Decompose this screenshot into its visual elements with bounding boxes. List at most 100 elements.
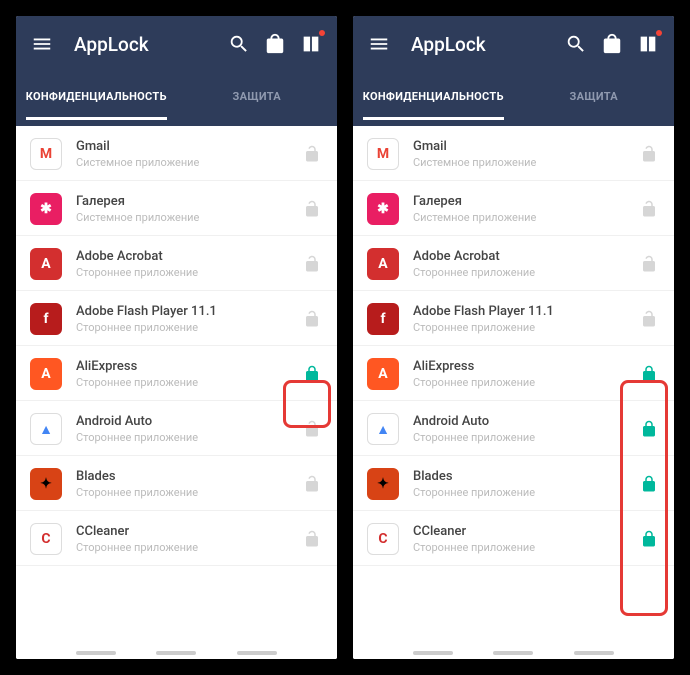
app-icon: ▲ xyxy=(367,413,399,445)
phone-right: AppLock КОНФИДЕНЦИАЛЬНОСТЬ ЗАЩИТА M Gmai… xyxy=(353,16,674,659)
app-subtitle: Стороннее приложение xyxy=(76,321,287,334)
lock-icon[interactable] xyxy=(301,143,323,165)
app-icon: ▲ xyxy=(30,413,62,445)
app-name: Галерея xyxy=(76,194,287,209)
menu-icon[interactable] xyxy=(30,32,54,56)
app-row[interactable]: A AliExpress Стороннее приложение xyxy=(353,346,674,401)
store-icon[interactable] xyxy=(600,32,624,56)
lock-icon[interactable] xyxy=(638,143,660,165)
app-subtitle: Стороннее приложение xyxy=(76,266,287,279)
app-row[interactable]: ✦ Blades Стороннее приложение xyxy=(353,456,674,511)
app-row[interactable]: M Gmail Системное приложение xyxy=(353,126,674,181)
tab-protection[interactable]: ЗАЩИТА xyxy=(514,72,675,120)
lock-icon[interactable] xyxy=(638,418,660,440)
theme-icon[interactable] xyxy=(299,32,323,56)
app-row[interactable]: M Gmail Системное приложение xyxy=(16,126,337,181)
app-row[interactable]: A AliExpress Стороннее приложение xyxy=(16,346,337,401)
app-subtitle: Стороннее приложение xyxy=(413,431,624,444)
store-icon[interactable] xyxy=(263,32,287,56)
app-subtitle: Стороннее приложение xyxy=(413,541,624,554)
app-subtitle: Стороннее приложение xyxy=(76,486,287,499)
app-name: Adobe Flash Player 11.1 xyxy=(76,304,287,319)
app-icon: C xyxy=(367,523,399,555)
app-subtitle: Стороннее приложение xyxy=(413,321,624,334)
app-name: AliExpress xyxy=(413,359,624,374)
tab-privacy[interactable]: КОНФИДЕНЦИАЛЬНОСТЬ xyxy=(16,72,177,120)
app-icon: ✱ xyxy=(367,193,399,225)
app-subtitle: Системное приложение xyxy=(76,211,287,224)
android-navbar xyxy=(353,647,674,659)
app-text: Галерея Системное приложение xyxy=(413,194,624,224)
app-row[interactable]: ✱ Галерея Системное приложение xyxy=(16,181,337,236)
lock-icon[interactable] xyxy=(301,253,323,275)
app-subtitle: Стороннее приложение xyxy=(76,541,287,554)
lock-icon[interactable] xyxy=(301,198,323,220)
lock-icon[interactable] xyxy=(638,198,660,220)
theme-icon[interactable] xyxy=(636,32,660,56)
app-name: Android Auto xyxy=(413,414,624,429)
app-icon: f xyxy=(367,303,399,335)
app-row[interactable]: ✱ Галерея Системное приложение xyxy=(353,181,674,236)
app-list: M Gmail Системное приложение ✱ Галерея С… xyxy=(16,126,337,659)
tab-protection[interactable]: ЗАЩИТА xyxy=(177,72,338,120)
app-icon: M xyxy=(30,138,62,170)
app-subtitle: Стороннее приложение xyxy=(413,486,624,499)
app-name: Adobe Acrobat xyxy=(76,249,287,264)
app-subtitle: Системное приложение xyxy=(413,211,624,224)
phone-left: AppLock КОНФИДЕНЦИАЛЬНОСТЬ ЗАЩИТА M Gmai… xyxy=(16,16,337,659)
notification-dot xyxy=(319,30,325,36)
search-icon[interactable] xyxy=(227,32,251,56)
app-row[interactable]: f Adobe Flash Player 11.1 Стороннее прил… xyxy=(16,291,337,346)
app-icon: f xyxy=(30,303,62,335)
app-text: Галерея Системное приложение xyxy=(76,194,287,224)
lock-icon[interactable] xyxy=(301,308,323,330)
app-subtitle: Системное приложение xyxy=(76,156,287,169)
app-header: AppLock КОНФИДЕНЦИАЛЬНОСТЬ ЗАЩИТА xyxy=(16,16,337,126)
app-name: Blades xyxy=(76,469,287,484)
app-title: AppLock xyxy=(74,33,215,56)
app-text: Adobe Flash Player 11.1 Стороннее прилож… xyxy=(76,304,287,334)
app-name: Gmail xyxy=(76,139,287,154)
app-icon: A xyxy=(367,358,399,390)
app-subtitle: Стороннее приложение xyxy=(413,376,624,389)
app-subtitle: Системное приложение xyxy=(413,156,624,169)
app-subtitle: Стороннее приложение xyxy=(76,431,287,444)
notification-dot xyxy=(656,30,662,36)
app-text: CCleaner Стороннее приложение xyxy=(413,524,624,554)
tabs: КОНФИДЕНЦИАЛЬНОСТЬ ЗАЩИТА xyxy=(353,72,674,120)
lock-icon[interactable] xyxy=(301,363,323,385)
lock-icon[interactable] xyxy=(301,418,323,440)
app-name: Gmail xyxy=(413,139,624,154)
app-name: Adobe Acrobat xyxy=(413,249,624,264)
app-text: Blades Стороннее приложение xyxy=(76,469,287,499)
app-row[interactable]: ▲ Android Auto Стороннее приложение xyxy=(353,401,674,456)
lock-icon[interactable] xyxy=(638,253,660,275)
app-icon: M xyxy=(367,138,399,170)
app-header: AppLock КОНФИДЕНЦИАЛЬНОСТЬ ЗАЩИТА xyxy=(353,16,674,126)
app-row[interactable]: C CCleaner Стороннее приложение xyxy=(353,511,674,566)
app-icon: ✦ xyxy=(30,468,62,500)
app-icon: A xyxy=(30,248,62,280)
app-row[interactable]: A Adobe Acrobat Стороннее приложение xyxy=(16,236,337,291)
app-text: Android Auto Стороннее приложение xyxy=(76,414,287,444)
lock-icon[interactable] xyxy=(638,528,660,550)
tab-privacy[interactable]: КОНФИДЕНЦИАЛЬНОСТЬ xyxy=(353,72,514,120)
lock-icon[interactable] xyxy=(301,528,323,550)
lock-icon[interactable] xyxy=(638,363,660,385)
app-text: Android Auto Стороннее приложение xyxy=(413,414,624,444)
app-row[interactable]: C CCleaner Стороннее приложение xyxy=(16,511,337,566)
menu-icon[interactable] xyxy=(367,32,391,56)
toolbar: AppLock xyxy=(16,16,337,72)
app-name: Галерея xyxy=(413,194,624,209)
lock-icon[interactable] xyxy=(638,308,660,330)
app-row[interactable]: ✦ Blades Стороннее приложение xyxy=(16,456,337,511)
app-text: Gmail Системное приложение xyxy=(76,139,287,169)
search-icon[interactable] xyxy=(564,32,588,56)
app-row[interactable]: f Adobe Flash Player 11.1 Стороннее прил… xyxy=(353,291,674,346)
app-row[interactable]: A Adobe Acrobat Стороннее приложение xyxy=(353,236,674,291)
app-text: Adobe Flash Player 11.1 Стороннее прилож… xyxy=(413,304,624,334)
lock-icon[interactable] xyxy=(638,473,660,495)
lock-icon[interactable] xyxy=(301,473,323,495)
app-name: Blades xyxy=(413,469,624,484)
app-row[interactable]: ▲ Android Auto Стороннее приложение xyxy=(16,401,337,456)
